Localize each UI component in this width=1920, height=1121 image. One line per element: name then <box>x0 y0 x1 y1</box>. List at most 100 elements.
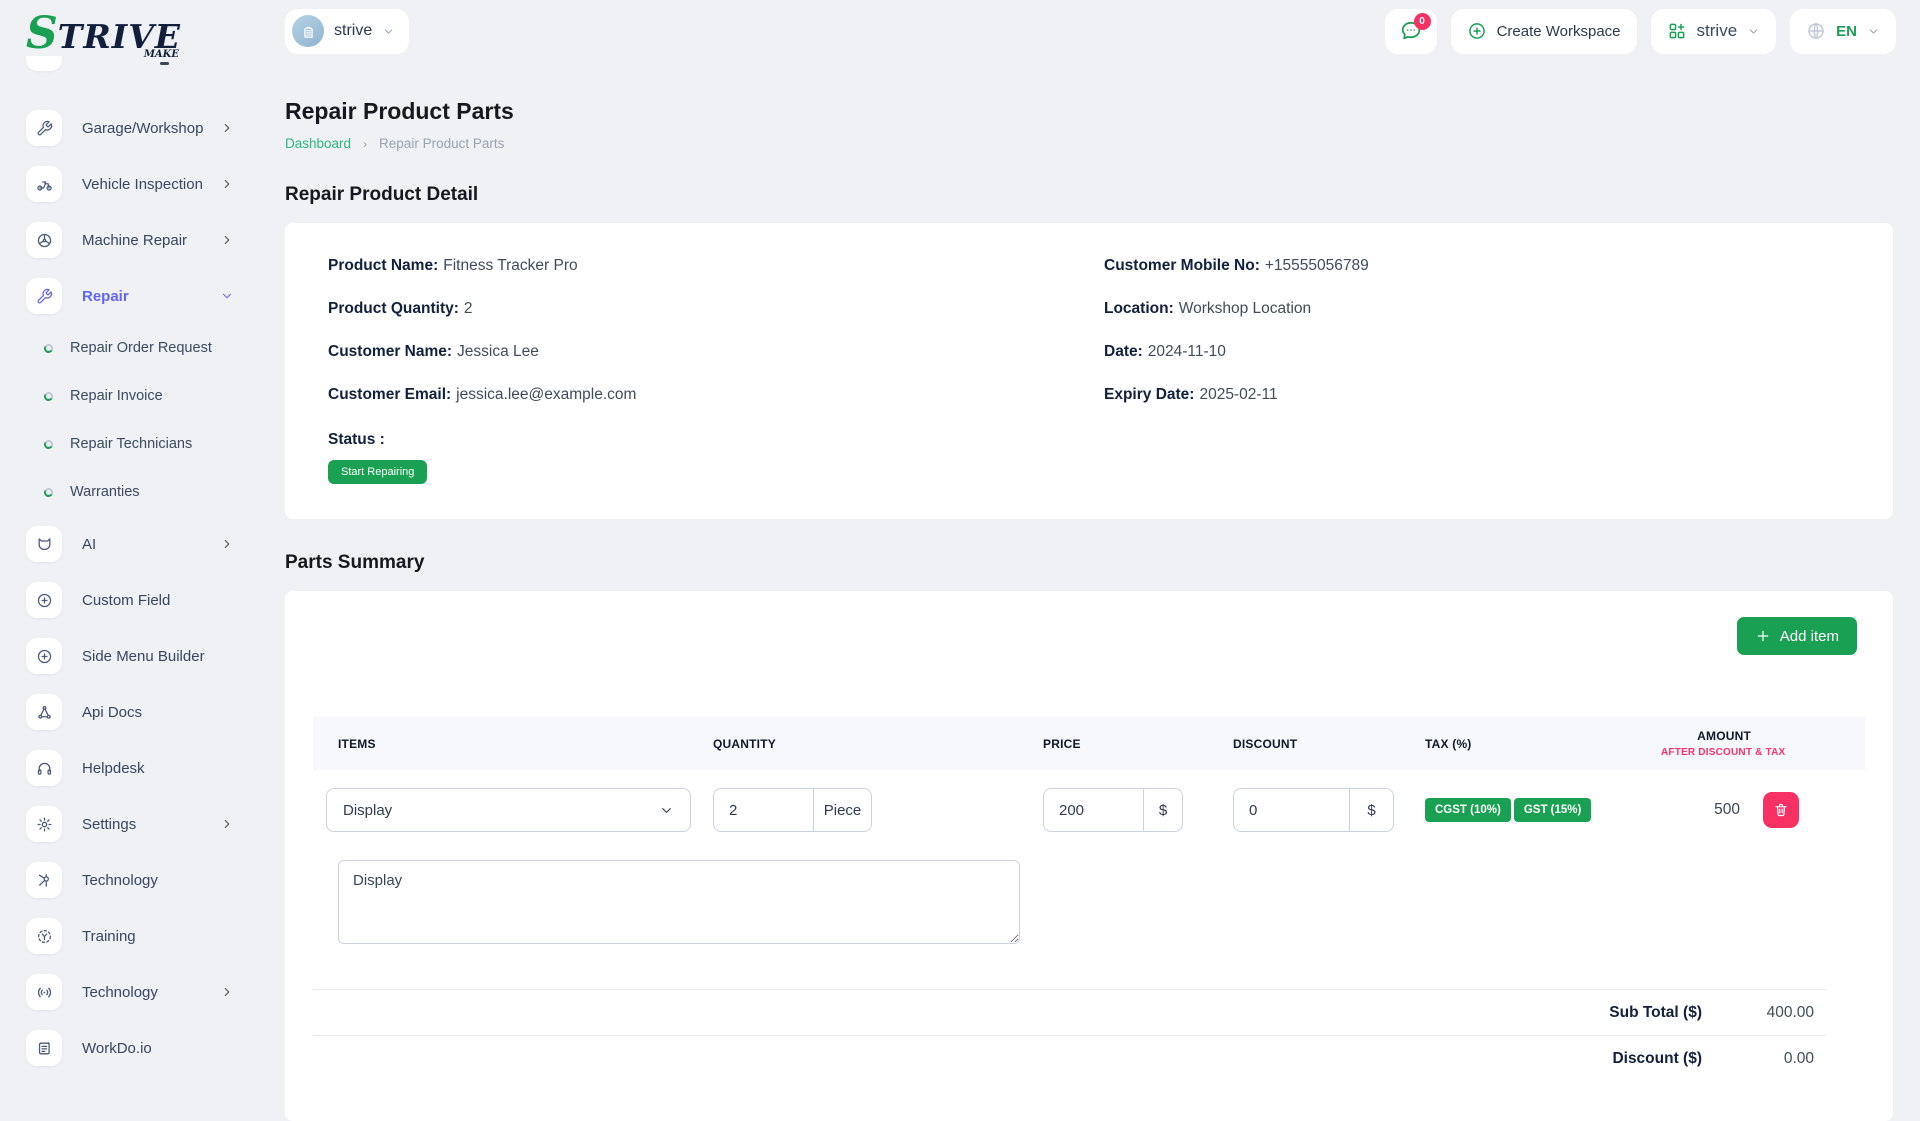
sidebar-item-label: AI <box>82 536 220 553</box>
motorcycle-icon <box>26 166 62 202</box>
sidebar-item[interactable]: Machine Repair <box>26 222 238 258</box>
quantity-cell: Piece <box>713 788 1043 832</box>
sidebar: STRIVE MAKE Garage/Workshop Vehicle Insp… <box>0 0 260 1080</box>
sidebar-item-label: Custom Field <box>82 592 238 609</box>
chevron-right-icon <box>220 817 234 831</box>
sidebar-item[interactable]: Custom Field <box>26 582 238 618</box>
item-select-value: Display <box>343 802 392 819</box>
sidebar-item-label: Warranties <box>70 484 238 500</box>
sidebar-item[interactable]: Training <box>26 918 238 954</box>
quantity-unit: Piece <box>813 789 871 831</box>
sidebar-item[interactable]: Repair <box>26 278 238 314</box>
tax-badge: CGST (10%) <box>1425 798 1511 822</box>
create-workspace-label: Create Workspace <box>1497 23 1621 40</box>
detail-field: Product Quantity: 2 <box>328 298 1074 320</box>
breadcrumb-separator-icon: › <box>363 137 367 151</box>
breadcrumb: Dashboard › Repair Product Parts <box>285 136 1893 151</box>
sidebar-item-label: Machine Repair <box>82 232 220 249</box>
parts-table: ITEMS QUANTITY PRICE DISCOUNT TAX (%) AM… <box>313 717 1865 1081</box>
sidebar-item[interactable]: AI <box>26 526 238 562</box>
field-label: Product Quantity: <box>328 300 459 317</box>
total-label: Discount ($) <box>1612 1050 1702 1068</box>
language-switcher[interactable]: EN <box>1790 9 1896 54</box>
amount-value: 500 <box>1661 801 1763 819</box>
detail-field: Expiry Date:2025-02-11 <box>1104 384 1850 406</box>
bullet-icon <box>43 438 54 449</box>
col-amount-note: AFTER DISCOUNT & TAX <box>1661 747 1751 758</box>
sidebar-items: Garage/Workshop Vehicle Inspection Machi… <box>26 110 238 1066</box>
field-value: 2 <box>464 300 473 317</box>
col-discount: DISCOUNT <box>1233 737 1425 751</box>
detail-left-column: Product Name:Fitness Tracker Pro Product… <box>328 255 1074 427</box>
total-value: 400.00 <box>1702 1004 1826 1022</box>
detail-field: Customer Mobile No:+15555056789 <box>1104 255 1850 277</box>
sidebar-item[interactable]: WorkDo.io <box>26 1030 238 1066</box>
breadcrumb-current: Repair Product Parts <box>379 136 504 151</box>
tax-cell: CGST (10%)GST (15%) <box>1425 798 1661 822</box>
sidebar-item-label: Settings <box>82 816 220 833</box>
messages-button[interactable]: 0 <box>1385 9 1437 54</box>
col-amount-label: AMOUNT <box>1697 729 1751 743</box>
app-logo[interactable]: STRIVE MAKE <box>26 8 181 60</box>
sidebar-item[interactable]: Technology <box>26 862 238 898</box>
price-cell: $ <box>1043 788 1233 832</box>
sidebar-item[interactable]: Settings <box>26 806 238 842</box>
sidebar-item[interactable]: Repair Technicians <box>26 430 238 458</box>
headset-icon <box>26 750 62 786</box>
add-item-button[interactable]: Add item <box>1737 617 1857 655</box>
sidebar-item-label: Technology <box>82 984 220 1001</box>
app-switcher[interactable]: strive <box>1651 9 1777 54</box>
field-value: 2024-11-10 <box>1148 343 1226 360</box>
detail-field: Location:Workshop Location <box>1104 298 1850 320</box>
delete-row-button[interactable] <box>1763 792 1799 828</box>
sidebar-item[interactable]: Technology <box>26 974 238 1010</box>
bullet-icon <box>43 390 54 401</box>
create-workspace-button[interactable]: Create Workspace <box>1451 9 1637 54</box>
sidebar-item-label: Garage/Workshop <box>82 120 220 137</box>
api-icon <box>26 694 62 730</box>
language-label: EN <box>1836 23 1857 40</box>
chevron-right-icon <box>220 121 234 135</box>
topbar: strive 0 Create Workspace strive EN <box>285 8 1896 54</box>
sidebar-item[interactable]: Warranties <box>26 478 238 506</box>
start-repairing-button[interactable]: Start Repairing <box>328 460 427 484</box>
sidebar-item[interactable]: Garage/Workshop <box>26 110 238 146</box>
training-icon <box>26 918 62 954</box>
sidebar-item[interactable]: Vehicle Inspection <box>26 166 238 202</box>
chevron-down-icon <box>220 289 234 303</box>
sidebar-item[interactable]: Helpdesk <box>26 750 238 786</box>
sidebar-item-label: Repair Order Request <box>70 340 238 356</box>
detail-field: Date:2024-11-10 <box>1104 341 1850 363</box>
item-select[interactable]: Display <box>326 788 691 832</box>
sidebar-item[interactable]: Repair Invoice <box>26 382 238 410</box>
item-description-textarea[interactable]: Display <box>338 860 1020 944</box>
wrench-icon <box>26 110 62 146</box>
messages-badge: 0 <box>1414 13 1431 30</box>
globe-icon <box>1806 21 1826 41</box>
sidebar-item[interactable]: Side Menu Builder <box>26 638 238 674</box>
tax-badge: GST (15%) <box>1514 798 1592 822</box>
sidebar-item[interactable]: Api Docs <box>26 694 238 730</box>
field-label: Product Name: <box>328 257 438 274</box>
chevron-down-icon <box>382 25 395 38</box>
detail-heading: Repair Product Detail <box>285 184 1893 206</box>
workspace-chip[interactable]: strive <box>285 9 409 54</box>
sidebar-item-label: Helpdesk <box>82 760 238 777</box>
total-row: Discount ($) 0.00 <box>313 1035 1826 1081</box>
sidebar-item-label: Side Menu Builder <box>82 648 238 665</box>
building-icon <box>292 15 324 47</box>
quantity-input[interactable] <box>714 789 813 831</box>
field-label: Customer Mobile No: <box>1104 257 1260 274</box>
field-value: 2025-02-11 <box>1199 386 1277 403</box>
repair-product-detail-card: Product Name:Fitness Tracker Pro Product… <box>285 223 1893 519</box>
sidebar-item-label: Technology <box>82 872 238 889</box>
sidebar-item[interactable]: Repair Order Request <box>26 334 238 362</box>
price-input[interactable] <box>1044 789 1143 831</box>
col-items: ITEMS <box>313 737 713 751</box>
col-price: PRICE <box>1043 737 1233 751</box>
status-label: Status : <box>328 431 1850 449</box>
parts-summary-card: Add item ITEMS QUANTITY PRICE DISCOUNT T… <box>285 591 1893 1121</box>
discount-input[interactable] <box>1234 789 1349 831</box>
col-tax: TAX (%) <box>1425 737 1661 751</box>
breadcrumb-dashboard-link[interactable]: Dashboard <box>285 136 351 151</box>
